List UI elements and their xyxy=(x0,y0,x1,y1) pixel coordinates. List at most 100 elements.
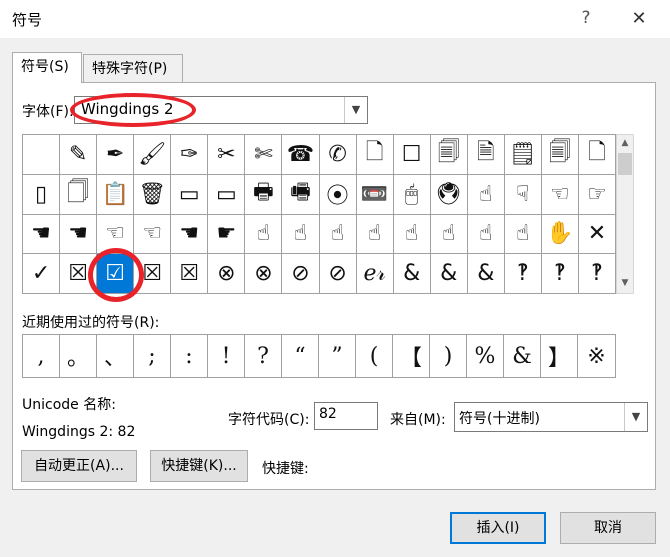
symbol-cell[interactable]: 📼 xyxy=(356,174,394,215)
symbol-cell[interactable]: ✕ xyxy=(578,214,616,255)
symbol-cell[interactable]: ‽ xyxy=(578,254,616,294)
symbol-cell[interactable]: ☚ xyxy=(23,214,61,255)
scroll-up-icon[interactable]: ▲ xyxy=(617,135,633,151)
symbol-cell[interactable]: ✄ xyxy=(245,135,283,175)
recent-symbol-cell[interactable]: ; xyxy=(134,335,171,377)
symbol-cell[interactable]: & xyxy=(467,254,505,294)
recent-symbol-cell[interactable]: 、 xyxy=(97,335,134,377)
symbol-cell[interactable]: ☝ xyxy=(467,214,505,255)
symbol-cell[interactable]: ✋ xyxy=(541,214,579,255)
symbol-cell[interactable]: ☜ xyxy=(134,214,172,255)
recent-symbol-cell[interactable]: ! xyxy=(208,335,245,377)
scroll-thumb[interactable] xyxy=(618,153,632,175)
chevron-down-icon[interactable]: ▼ xyxy=(344,97,367,123)
symbol-cell[interactable]: ☝ xyxy=(393,214,431,255)
symbol-cell[interactable]: ☞ xyxy=(578,174,616,215)
symbol-cell[interactable]: ⊗ xyxy=(245,254,283,294)
symbol-cell[interactable]: ℯ𝓇 xyxy=(356,254,394,294)
help-icon[interactable]: ? xyxy=(574,6,598,30)
symbol-cell[interactable]: ☝ xyxy=(245,214,283,255)
recent-symbol-cell[interactable]: 【 xyxy=(393,335,430,377)
recent-symbol-cell[interactable]: “ xyxy=(282,335,319,377)
shortcut-key-button[interactable]: 快捷键(K)... xyxy=(150,450,248,482)
symbol-cell[interactable]: ☚ xyxy=(60,214,98,255)
symbol-cell[interactable]: ✑ xyxy=(171,135,209,175)
recent-symbol-cell[interactable]: 】 xyxy=(541,335,578,377)
highlight-circle xyxy=(88,248,144,302)
symbol-cell[interactable]: ☜ xyxy=(541,174,579,215)
recent-symbol-cell[interactable]: 。 xyxy=(60,335,97,377)
symbol-cell[interactable]: ☟ xyxy=(504,174,542,215)
recent-symbol-cell[interactable]: % xyxy=(467,335,504,377)
from-select[interactable]: 符号(十进制) ▼ xyxy=(454,402,648,432)
symbol-cell[interactable]: 🖶 xyxy=(245,174,283,215)
symbol-cell[interactable]: ✂ xyxy=(208,135,246,175)
symbol-cell[interactable]: ✆ xyxy=(319,135,357,175)
recent-symbol-cell[interactable]: & xyxy=(504,335,541,377)
symbol-cell[interactable]: 🗑 xyxy=(134,174,172,215)
symbol-cell[interactable]: ☒ xyxy=(171,254,209,294)
symbol-grid-scrollbar[interactable]: ▲ ▼ xyxy=(616,134,634,294)
symbol-cell[interactable]: 🖱 xyxy=(393,174,431,215)
symbol-cell[interactable]: 🗐 xyxy=(430,135,468,175)
autocorrect-button[interactable]: 自动更正(A)... xyxy=(21,450,137,482)
recent-symbol-cell[interactable]: , xyxy=(23,335,60,377)
symbol-cell[interactable]: 🗍 xyxy=(60,174,98,215)
symbol-cell[interactable]: 🗋 xyxy=(578,135,616,175)
cancel-button[interactable]: 取消 xyxy=(560,512,656,544)
symbol-cell[interactable]: ‽ xyxy=(541,254,579,294)
symbol-cell[interactable]: ⊘ xyxy=(319,254,357,294)
symbol-cell[interactable]: ⊗ xyxy=(208,254,246,294)
symbol-cell[interactable] xyxy=(23,135,61,175)
scroll-down-icon[interactable]: ▼ xyxy=(617,275,633,291)
symbol-cell[interactable]: ▯ xyxy=(23,174,61,215)
symbol-cell[interactable]: ▭ xyxy=(208,174,246,215)
tab-symbols[interactable]: 符号(S) xyxy=(12,52,82,83)
char-code-input[interactable]: 82 xyxy=(314,402,378,430)
symbol-cell[interactable]: ▭ xyxy=(171,174,209,215)
symbol-cell[interactable]: ☝ xyxy=(467,174,505,215)
from-select-value: 符号(十进制) xyxy=(459,411,540,427)
symbol-cell[interactable]: 🖲 xyxy=(430,174,468,215)
symbol-cell[interactable]: ✎ xyxy=(60,135,98,175)
recent-symbols-label: 近期使用过的符号(R): xyxy=(22,315,160,331)
font-label: 字体(F): xyxy=(22,104,74,120)
symbol-cell[interactable]: ☝ xyxy=(430,214,468,255)
symbol-cell[interactable]: ☚ xyxy=(171,214,209,255)
symbol-cell[interactable]: 🗒 xyxy=(504,135,542,175)
symbol-cell[interactable]: ☛ xyxy=(208,214,246,255)
recent-symbol-cell[interactable]: ” xyxy=(319,335,356,377)
symbol-cell[interactable]: ⊘ xyxy=(282,254,320,294)
symbol-cell[interactable]: ☐ xyxy=(393,135,431,175)
symbol-cell[interactable]: & xyxy=(393,254,431,294)
symbol-cell[interactable]: 🖷 xyxy=(282,174,320,215)
symbol-cell[interactable]: ✓ xyxy=(23,254,61,294)
symbol-cell[interactable]: ☝ xyxy=(504,214,542,255)
recent-symbol-cell[interactable]: ※ xyxy=(578,335,615,377)
recent-symbols[interactable]: ,。、;:!? “”(【)% &】 ※ xyxy=(22,334,616,378)
symbol-cell[interactable]: 🗎 xyxy=(467,135,505,175)
symbol-cell[interactable]: 🗐 xyxy=(541,135,579,175)
shortcut-label: 快捷键: xyxy=(262,461,309,477)
symbol-cell[interactable]: 🗋 xyxy=(356,135,394,175)
insert-button[interactable]: 插入(I) xyxy=(450,512,546,544)
symbol-cell[interactable]: ☝ xyxy=(319,214,357,255)
symbol-cell[interactable]: 📋 xyxy=(97,174,135,215)
symbol-cell[interactable]: ‽ xyxy=(504,254,542,294)
close-icon[interactable]: ✕ xyxy=(626,6,652,32)
chevron-down-icon[interactable]: ▼ xyxy=(624,403,647,431)
recent-symbol-cell[interactable]: ? xyxy=(245,335,282,377)
symbol-cell[interactable]: ☎ xyxy=(282,135,320,175)
tab-special-characters[interactable]: 特殊字符(P) xyxy=(83,54,183,82)
recent-symbol-cell[interactable]: : xyxy=(171,335,208,377)
symbol-cell[interactable]: ☝ xyxy=(282,214,320,255)
symbol-cell[interactable]: 🖌 xyxy=(134,135,172,175)
symbol-cell[interactable]: ☝ xyxy=(356,214,394,255)
title-bar: 符号 ? ✕ xyxy=(0,0,670,38)
symbol-cell[interactable]: ✒ xyxy=(97,135,135,175)
symbol-cell[interactable]: ⦿ xyxy=(319,174,357,215)
symbol-cell[interactable]: & xyxy=(430,254,468,294)
recent-symbol-cell[interactable]: ( xyxy=(356,335,393,377)
unicode-name-value: Wingdings 2: 82 xyxy=(22,424,136,440)
recent-symbol-cell[interactable]: ) xyxy=(430,335,467,377)
